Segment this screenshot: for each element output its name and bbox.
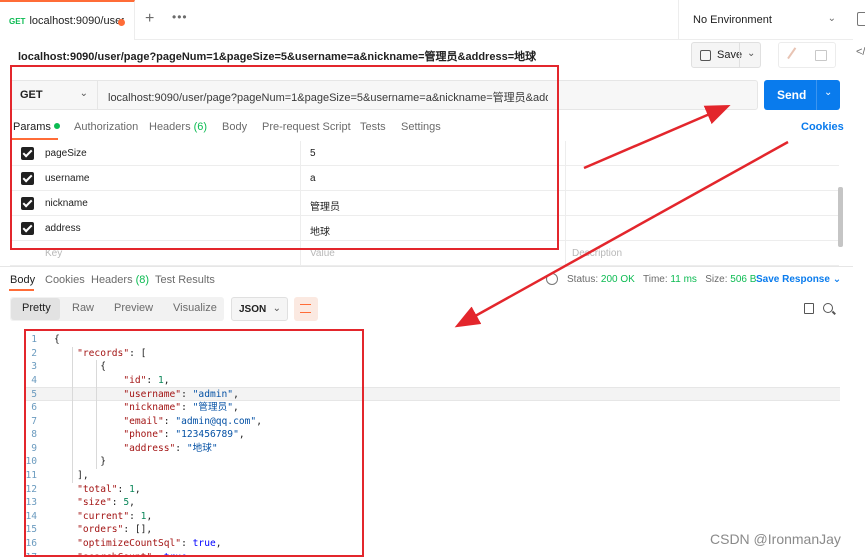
send-label: Send [777,88,807,102]
format-select[interactable]: JSON ⌄ [231,297,288,321]
unsaved-dot-icon[interactable] [118,19,125,26]
tab-test-results[interactable]: Test Results [155,274,215,286]
pane-divider[interactable] [0,266,853,267]
chevron-down-icon: ⌄ [272,303,281,314]
code-icon[interactable]: </ [856,46,865,58]
tab-method: GET [9,16,26,26]
response-size[interactable]: 506 B [730,274,756,285]
response-time[interactable]: 11 ms [670,274,697,285]
environment-select[interactable]: No Environment ⌄ [678,0,848,40]
view-visualize[interactable]: Visualize [173,302,217,314]
documentation-icon[interactable] [815,50,827,61]
environment-label: No Environment [693,14,772,26]
view-preview[interactable]: Preview [114,302,153,314]
active-tab-indicator [9,289,34,291]
response-annotation-box [24,329,364,557]
globe-icon[interactable] [546,273,558,285]
save-button[interactable]: Save ⌄ [691,42,761,68]
view-pretty[interactable]: Pretty [22,302,51,314]
chevron-down-icon[interactable]: ⌄ [747,48,755,59]
view-mode-selector: Pretty Raw Preview Visualize [10,297,224,321]
send-button[interactable]: Send ⌄ [764,80,840,110]
save-icon [700,49,711,61]
request-tab[interactable]: GET localhost:9090/user/pa [0,0,135,40]
edit-toolbar [778,42,836,68]
params-annotation-box [10,65,559,250]
request-name[interactable]: localhost:9090/user/page?pageNum=1&pageS… [18,48,536,64]
tab-title: localhost:9090/user/pa [29,15,125,27]
search-icon[interactable] [823,303,833,313]
wrap-lines-icon [300,304,311,313]
status-badge[interactable]: 200 OK [601,274,635,285]
tab-response-cookies[interactable]: Cookies [45,274,85,286]
chevron-down-icon: ⌄ [827,13,836,24]
chevron-down-icon[interactable]: ⌄ [824,87,832,98]
response-status: Status: 200 OK Time: 11 ms Size: 506 B [567,274,757,285]
save-response-button[interactable]: Save Response ⌄ [756,274,841,285]
wrap-lines-button[interactable] [294,297,318,321]
environment-quick-look-icon[interactable] [857,12,865,26]
more-tabs-icon[interactable]: ••• [172,10,188,24]
tab-bar: GET localhost:9090/user/pa + ••• No Envi… [0,0,865,40]
watermark: CSDN @IronmanJay [710,531,841,547]
cookies-link[interactable]: Cookies [801,121,844,133]
pencil-icon[interactable] [787,47,803,64]
copy-icon[interactable] [804,303,814,314]
view-raw[interactable]: Raw [72,302,94,314]
new-tab-plus-icon[interactable]: + [145,10,154,28]
params-scrollbar[interactable] [838,187,843,247]
tab-response-headers[interactable]: Headers (8) [91,274,149,286]
tab-response-body[interactable]: Body [10,274,35,286]
param-description-placeholder[interactable]: Description [572,248,622,259]
